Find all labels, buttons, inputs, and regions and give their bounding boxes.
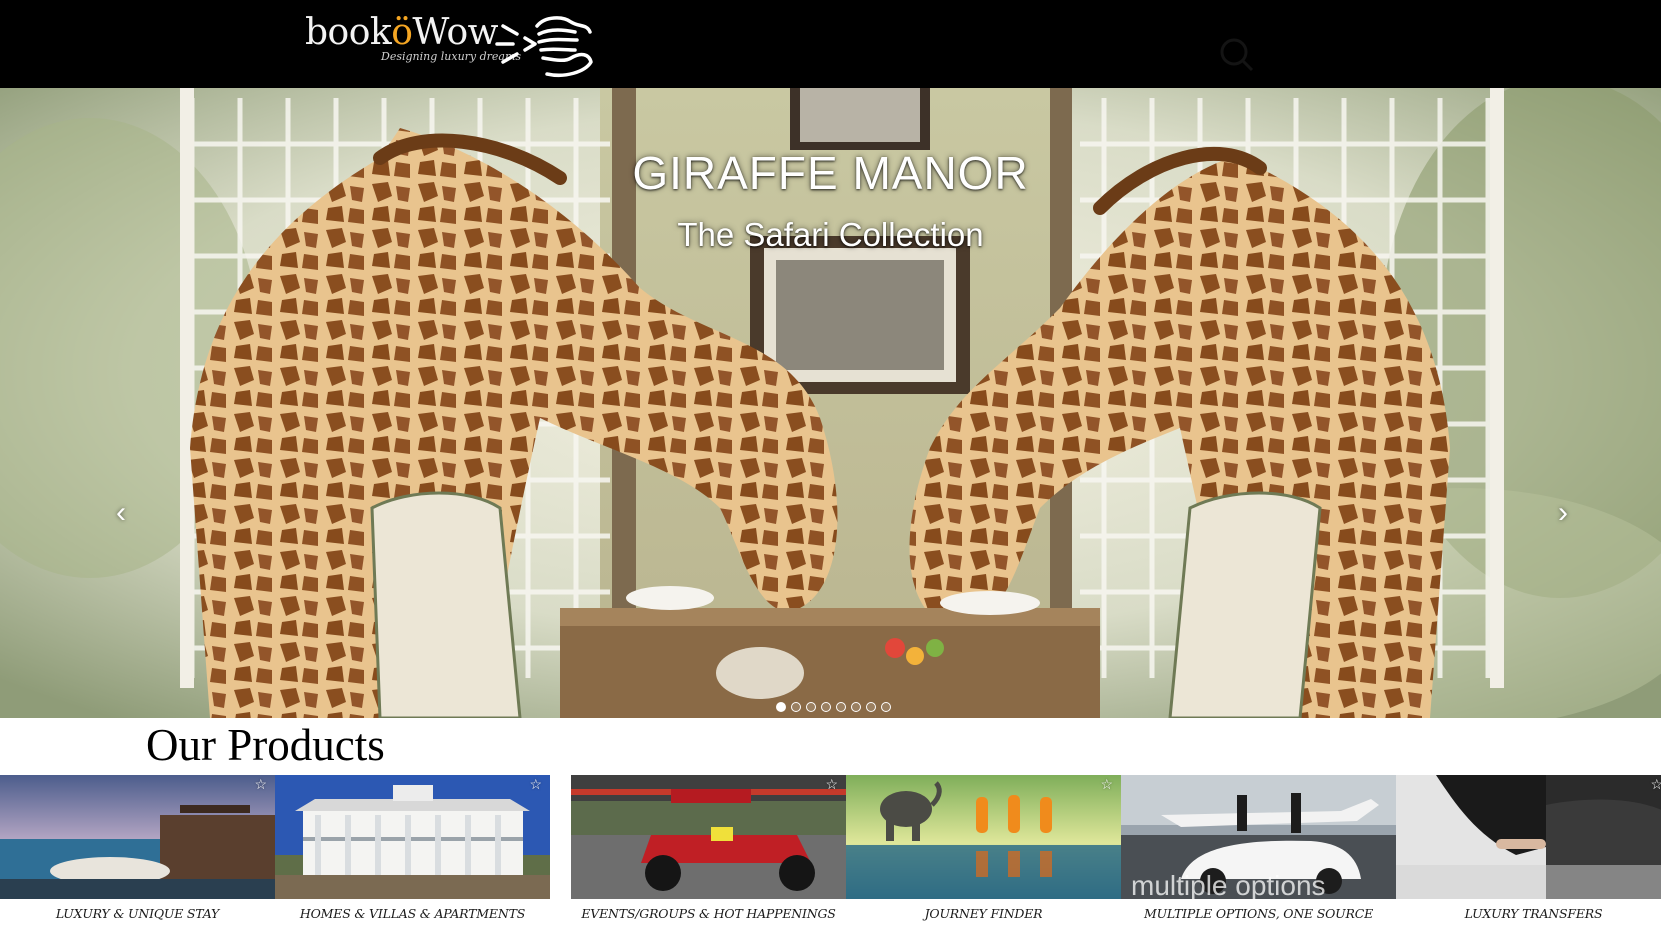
carousel-dot[interactable] <box>776 702 786 712</box>
carousel-dot[interactable] <box>866 702 876 712</box>
product-image: ☆ <box>0 775 275 899</box>
product-image: ☆ <box>1396 775 1661 899</box>
chevron-left-icon[interactable]: ‹ <box>106 498 136 528</box>
product-label[interactable]: LUXURY & UNIQUE STAY <box>0 906 275 921</box>
product-card-multiple-options[interactable]: multiple options MULTIPLE OPTIONS, ONE S… <box>1121 775 1396 931</box>
product-image: ☆ <box>275 775 550 899</box>
search-icon[interactable] <box>1218 36 1256 74</box>
star-icon[interactable]: ☆ <box>1650 777 1661 791</box>
product-label[interactable]: MULTIPLE OPTIONS, ONE SOURCE <box>1121 906 1396 921</box>
star-icon[interactable]: ☆ <box>825 777 838 791</box>
logo-wordmark: booköWow Designing luxury dreams <box>305 12 521 64</box>
product-card-transfers[interactable]: ☆ LUXURY TRANSFERS <box>1396 775 1661 931</box>
product-card-luxury-stay[interactable]: ☆ LUXURY & UNIQUE STAY <box>0 775 275 931</box>
carousel-indicators <box>776 702 891 712</box>
pointing-hand-icon <box>495 16 593 77</box>
product-label[interactable]: HOMES & VILLAS & APARTMENTS <box>275 906 550 921</box>
product-image: ☆ <box>571 775 846 899</box>
star-icon[interactable]: ☆ <box>1100 777 1113 791</box>
product-label[interactable]: EVENTS/GROUPS & HOT HAPPENINGS <box>571 906 846 921</box>
product-strip: ☆ LUXURY & UNIQUE STAY ☆ HOMES & VILLAS … <box>0 775 1661 931</box>
carousel-dot[interactable] <box>836 702 846 712</box>
product-label[interactable]: JOURNEY FINDER <box>846 906 1121 921</box>
product-label[interactable]: LUXURY TRANSFERS <box>1396 906 1661 921</box>
hero-title: GIRAFFE MANOR <box>632 147 1029 199</box>
hero-carousel: GIRAFFE MANOR The Safari Collection ‹ › <box>0 88 1661 718</box>
carousel-dot[interactable] <box>791 702 801 712</box>
site-header: booköWow Designing luxury dreams <box>0 0 1661 88</box>
star-icon[interactable]: ☆ <box>529 777 542 791</box>
section-heading-products: Our Products <box>146 720 385 770</box>
hero-subtitle: The Safari Collection <box>677 216 984 253</box>
carousel-dot[interactable] <box>881 702 891 712</box>
star-icon[interactable]: ☆ <box>254 777 267 791</box>
card-overlay-text: multiple options <box>1131 870 1326 899</box>
product-card-events[interactable]: ☆ EVENTS/GROUPS & HOT HAPPENINGS <box>571 775 846 931</box>
product-image: ☆ <box>846 775 1121 899</box>
logo-name: booköWow <box>305 12 498 53</box>
chevron-right-icon[interactable]: › <box>1548 498 1578 528</box>
carousel-dot[interactable] <box>806 702 816 712</box>
product-card-journey-finder[interactable]: ☆ JOURNEY FINDER <box>846 775 1121 931</box>
carousel-dot[interactable] <box>851 702 861 712</box>
product-image: multiple options <box>1121 775 1396 899</box>
product-card-homes-villas[interactable]: ☆ HOMES & VILLAS & APARTMENTS <box>275 775 550 931</box>
logo[interactable]: booköWow Designing luxury dreams <box>305 14 595 80</box>
carousel-dot[interactable] <box>821 702 831 712</box>
